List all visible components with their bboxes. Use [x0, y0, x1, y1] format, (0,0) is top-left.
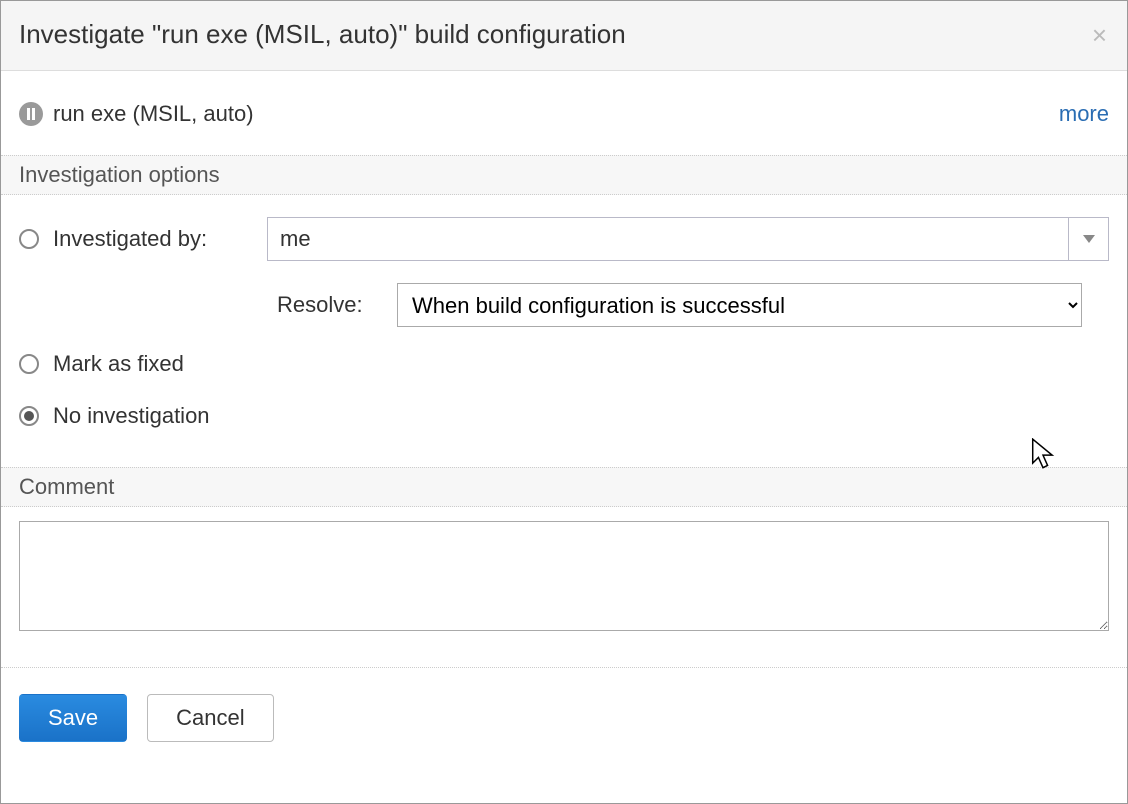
comment-area — [1, 507, 1127, 667]
build-config-left: run exe (MSIL, auto) — [19, 101, 254, 127]
dialog-title: Investigate "run exe (MSIL, auto)" build… — [19, 19, 626, 50]
radio-mark-fixed[interactable] — [19, 354, 39, 374]
resolve-label: Resolve: — [277, 292, 367, 318]
build-config-row: run exe (MSIL, auto) more — [1, 71, 1127, 155]
investigation-options-header: Investigation options — [1, 155, 1127, 195]
more-link[interactable]: more — [1059, 101, 1109, 127]
save-button[interactable]: Save — [19, 694, 127, 742]
comment-textarea[interactable] — [19, 521, 1109, 631]
dialog-body: run exe (MSIL, auto) more Investigation … — [1, 71, 1127, 803]
build-config-name: run exe (MSIL, auto) — [53, 101, 254, 127]
investigated-by-value: me — [268, 226, 1068, 252]
option-no-investigation-row: No investigation — [19, 395, 1109, 437]
investigation-options: Investigated by: me Resolve: When build … — [1, 195, 1127, 467]
radio-no-investigation[interactable] — [19, 406, 39, 426]
chevron-down-icon[interactable] — [1068, 218, 1108, 260]
resolve-select[interactable]: When build configuration is successful — [397, 283, 1082, 327]
option-investigated-by-row: Investigated by: me — [19, 209, 1109, 269]
comment-header: Comment — [1, 467, 1127, 507]
investigate-dialog: Investigate "run exe (MSIL, auto)" build… — [1, 1, 1127, 803]
no-investigation-label: No investigation — [53, 403, 253, 429]
option-mark-fixed-row: Mark as fixed — [19, 343, 1109, 385]
investigated-by-label: Investigated by: — [53, 226, 253, 252]
investigated-by-combo[interactable]: me — [267, 217, 1109, 261]
pause-icon — [19, 102, 43, 126]
radio-investigated-by[interactable] — [19, 229, 39, 249]
dialog-footer: Save Cancel — [1, 667, 1127, 768]
resolve-row: Resolve: When build configuration is suc… — [277, 269, 1109, 327]
dialog-titlebar: Investigate "run exe (MSIL, auto)" build… — [1, 1, 1127, 71]
mark-fixed-label: Mark as fixed — [53, 351, 253, 377]
cancel-button[interactable]: Cancel — [147, 694, 273, 742]
close-icon[interactable]: × — [1092, 22, 1107, 48]
